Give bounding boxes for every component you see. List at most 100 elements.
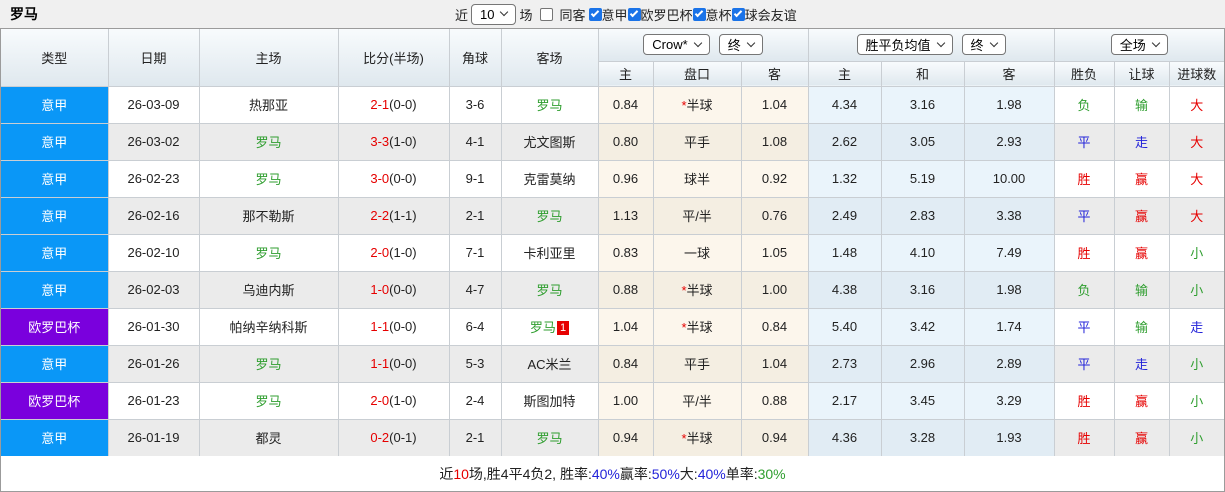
ah-home-odds-cell: 0.84 <box>598 86 654 124</box>
col-header-corner: 角球 <box>449 29 502 87</box>
ah-home-odds-cell: 0.84 <box>598 345 654 383</box>
match-row: 意甲 26-03-09 热那亚 2-1(0-0) 3-6 罗马 0.84 *半球 1.04 4.3… <box>1 86 1225 124</box>
ah-handicap-cell: 平/半 <box>653 197 742 235</box>
league-filter-checkbox[interactable] <box>627 7 641 21</box>
ah-handicap-cell: *半球 <box>653 308 742 346</box>
date-cell: 26-02-16 <box>108 197 200 235</box>
goals-result-cell: 小 <box>1169 234 1225 272</box>
league-filter-checkbox[interactable] <box>731 7 745 21</box>
summary-segment: 30% <box>757 465 786 482</box>
summary-segment: 大: <box>679 465 698 482</box>
handicap-result-cell: 赢 <box>1114 160 1170 198</box>
league-cell: 意甲 <box>1 234 109 272</box>
sub-header-ah-away: 客 <box>741 61 809 87</box>
away-team-cell: 罗马 <box>501 197 599 235</box>
corners-cell: 7-1 <box>449 234 502 272</box>
corners-cell: 2-1 <box>449 419 502 457</box>
home-team-cell: 热那亚 <box>199 86 339 124</box>
league-filter-checkbox[interactable] <box>588 7 602 21</box>
ah-home-odds-cell: 0.94 <box>598 419 654 457</box>
result-cell: 平 <box>1054 345 1115 383</box>
handicap-result-cell: 赢 <box>1114 382 1170 420</box>
ah-handicap-cell: *半球 <box>653 86 742 124</box>
score-cell: 1-1(0-0) <box>338 345 450 383</box>
away-note-badge: 1 <box>556 321 570 335</box>
match-row: 欧罗巴杯 26-01-23 罗马 2-0(1-0) 2-4 斯图加特 1.00 平/半 0.88… <box>1 382 1225 420</box>
same-venue-checkbox[interactable] <box>539 7 553 21</box>
bookmaker-select[interactable]: Crow* <box>643 34 710 56</box>
col-header-home: 主场 <box>199 29 339 87</box>
league-filter-label: 意甲 <box>601 7 628 23</box>
ah-away-odds-cell: 1.00 <box>741 271 809 309</box>
corners-cell: 2-1 <box>449 197 502 235</box>
handicap-result-cell: 走 <box>1114 345 1170 383</box>
match-row: 意甲 26-01-26 罗马 1-1(0-0) 5-3 AC米兰 0.84 平手 1.04 2.7… <box>1 345 1225 383</box>
summary-segment: 10 <box>453 465 469 482</box>
league-filter-checkbox[interactable] <box>692 7 706 21</box>
handicap-result-cell: 走 <box>1114 123 1170 161</box>
sub-header-ah-home: 主 <box>598 61 654 87</box>
bookmaker-select-value: Crow* <box>652 37 688 53</box>
eu-draw-odds-cell: 3.42 <box>881 308 965 346</box>
eu-draw-odds-cell: 3.28 <box>881 419 965 457</box>
ah-stage-select[interactable]: 终 <box>718 34 763 56</box>
sub-header-eu-home: 主 <box>808 61 882 87</box>
away-team-cell: 罗马 <box>501 86 599 124</box>
result-cell: 负 <box>1054 86 1115 124</box>
ah-away-odds-cell: 1.04 <box>741 345 809 383</box>
corners-cell: 2-4 <box>449 382 502 420</box>
goals-result-cell: 大 <box>1169 160 1225 198</box>
away-team-cell: 卡利亚里 <box>501 234 599 272</box>
same-venue-label: 同客 <box>559 7 586 23</box>
home-team-cell: 罗马 <box>199 345 339 383</box>
scope-select-value: 全场 <box>1119 38 1146 54</box>
home-team-cell: 罗马 <box>199 160 339 198</box>
eu-stage-select[interactable]: 终 <box>961 34 1006 56</box>
europe-odds-select[interactable]: 胜平负均值 <box>856 34 953 56</box>
match-row: 意甲 26-02-16 那不勒斯 2-2(1-1) 2-1 罗马 1.13 平/半 0.76 2.… <box>1 197 1225 235</box>
col-header-score: 比分(半场) <box>338 29 450 87</box>
chevron-down-icon <box>989 38 998 47</box>
ah-away-odds-cell: 0.76 <box>741 197 809 235</box>
corners-cell: 9-1 <box>449 160 502 198</box>
league-cell: 欧罗巴杯 <box>1 308 109 346</box>
home-team-cell: 帕纳辛纳科斯 <box>199 308 339 346</box>
eu-home-odds-cell: 4.36 <box>808 419 882 457</box>
home-team-cell: 罗马 <box>199 382 339 420</box>
handicap-result-cell: 输 <box>1114 308 1170 346</box>
score-cell: 2-2(1-1) <box>338 197 450 235</box>
home-team-cell: 都灵 <box>199 419 339 457</box>
league-cell: 欧罗巴杯 <box>1 382 109 420</box>
col-header-type: 类型 <box>1 29 109 87</box>
sub-header-result: 胜负 <box>1054 61 1115 87</box>
eu-draw-odds-cell: 3.16 <box>881 271 965 309</box>
match-row: 意甲 26-02-10 罗马 2-0(1-0) 7-1 卡利亚里 0.83 一球 1.05 1.4… <box>1 234 1225 272</box>
goals-result-cell: 走 <box>1169 308 1225 346</box>
eu-home-odds-cell: 5.40 <box>808 308 882 346</box>
league-cell: 意甲 <box>1 419 109 457</box>
scope-select[interactable]: 全场 <box>1110 34 1168 56</box>
ah-home-odds-cell: 0.83 <box>598 234 654 272</box>
eu-draw-odds-cell: 3.05 <box>881 123 965 161</box>
ah-home-odds-cell: 1.13 <box>598 197 654 235</box>
eu-away-odds-cell: 1.98 <box>964 86 1055 124</box>
summary-segment: 40% <box>697 465 726 482</box>
result-cell: 负 <box>1054 271 1115 309</box>
recent-label: 近 <box>455 7 469 23</box>
ah-away-odds-cell: 1.05 <box>741 234 809 272</box>
score-cell: 3-0(0-0) <box>338 160 450 198</box>
sub-header-eu-draw: 和 <box>881 61 965 87</box>
goals-result-cell: 大 <box>1169 197 1225 235</box>
check-icon <box>733 8 743 17</box>
handicap-group-header: Crow* 终 <box>598 29 809 62</box>
date-cell: 26-02-10 <box>108 234 200 272</box>
result-cell: 胜 <box>1054 234 1115 272</box>
ah-handicap-cell: 一球 <box>653 234 742 272</box>
eu-home-odds-cell: 1.32 <box>808 160 882 198</box>
score-cell: 1-1(0-0) <box>338 308 450 346</box>
result-cell: 平 <box>1054 123 1115 161</box>
eu-draw-odds-cell: 3.16 <box>881 86 965 124</box>
match-row: 意甲 26-03-02 罗马 3-3(1-0) 4-1 尤文图斯 0.80 平手 1.08 2.6… <box>1 123 1225 161</box>
match-stats-panel: 罗马 近 10 场 同客 意甲 欧罗巴杯 意杯 球会友谊 类型 日期 主场 比分… <box>0 0 1225 492</box>
recent-count-select[interactable]: 10 <box>471 3 517 25</box>
